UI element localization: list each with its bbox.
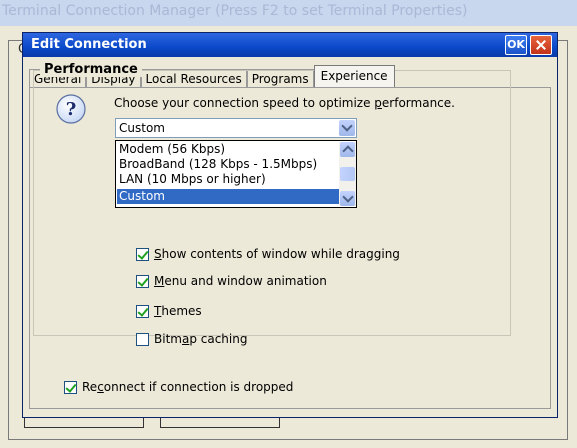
connection-speed-dropdown-list: Modem (56 Kbps) BroadBand (128 Kbps - 1.…: [115, 140, 357, 208]
show-contents-dragging-label[interactable]: Show contents of window while dragging: [154, 247, 400, 261]
bitmap-caching-checkbox[interactable]: [136, 333, 149, 346]
menu-animation-label[interactable]: Menu and window animation: [154, 274, 327, 288]
performance-description: Choose your connection speed to optimize…: [114, 96, 455, 110]
close-button[interactable]: [530, 35, 552, 55]
performance-group-title: Performance: [40, 62, 142, 77]
bitmap-caching-label[interactable]: Bitmap caching: [154, 332, 247, 346]
background-window-title: Terminal Connection Manager (Press F2 to…: [0, 0, 577, 26]
reconnect-checkbox[interactable]: [64, 381, 77, 394]
menu-animation-checkbox[interactable]: [136, 275, 149, 288]
question-icon: ?: [56, 94, 86, 124]
show-contents-dragging-checkbox[interactable]: [136, 248, 149, 261]
dropdown-option-lan[interactable]: LAN (10 Mbps or higher): [117, 172, 339, 187]
ok-button[interactable]: OK: [505, 35, 527, 55]
scroll-up-icon[interactable]: [340, 142, 355, 157]
themes-checkbox[interactable]: [136, 305, 149, 318]
dropdown-option-broadband[interactable]: BroadBand (128 Kbps - 1.5Mbps): [117, 157, 339, 172]
connection-speed-select[interactable]: Custom: [115, 118, 357, 138]
reconnect-label[interactable]: Reconnect if connection is dropped: [82, 380, 293, 394]
dropdown-option-custom[interactable]: Custom: [117, 189, 339, 204]
dropdown-option-modem[interactable]: Modem (56 Kbps): [117, 142, 339, 157]
scroll-down-icon[interactable]: [340, 191, 355, 206]
scroll-thumb[interactable]: [340, 167, 355, 181]
svg-text:?: ?: [66, 99, 77, 120]
chevron-down-icon[interactable]: [339, 120, 355, 136]
connection-speed-value: Custom: [119, 121, 165, 135]
dropdown-scrollbar[interactable]: [339, 142, 356, 206]
tab-experience[interactable]: Experience: [313, 65, 395, 87]
dialog-title: Edit Connection: [23, 33, 557, 57]
themes-label[interactable]: Themes: [154, 304, 202, 318]
